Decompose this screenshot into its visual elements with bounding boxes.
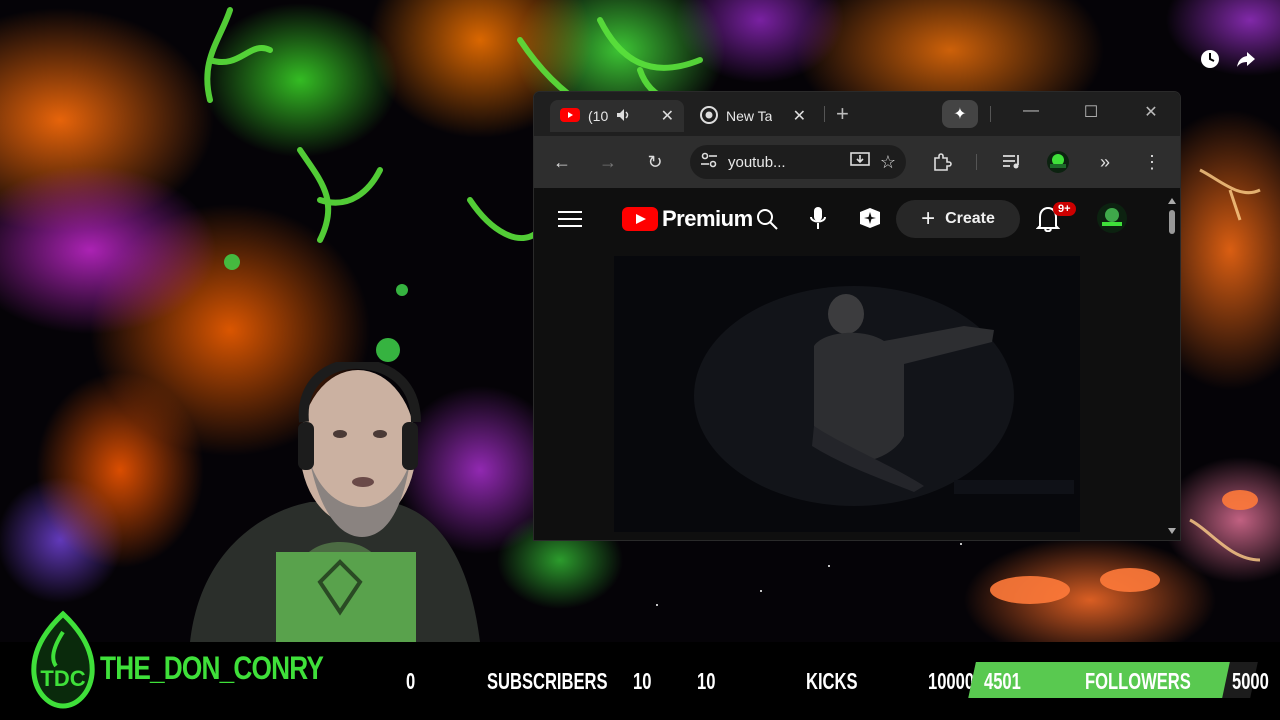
speaker-icon[interactable] <box>616 108 632 125</box>
toolbar-separator <box>990 106 991 122</box>
tab-separator <box>824 106 825 122</box>
page-scrollbar[interactable] <box>1168 196 1176 536</box>
browser-window: (10 ✕ New Ta ✕ + ✦ — ☐ ✕ ← → ↻ youtub...… <box>534 92 1180 540</box>
followers-label: FOLLOWERS <box>1085 668 1191 694</box>
tab-close-icon[interactable]: ✕ <box>661 106 674 126</box>
followers-goal: 5000 <box>1232 668 1269 694</box>
toolbar-separator <box>976 154 977 170</box>
star-dot <box>960 543 962 545</box>
logo-initials: TDC <box>40 666 85 691</box>
youtube-header: Premium + Create 9+ <box>534 188 1180 250</box>
tab-youtube[interactable]: (10 ✕ <box>550 100 684 132</box>
channel-name: THE_DON_CONRY <box>100 650 324 686</box>
video-player[interactable] <box>614 256 1080 532</box>
media-queue-icon[interactable] <box>1000 150 1024 174</box>
gemini-sparkle-icon[interactable]: ✦ <box>942 100 978 128</box>
forward-arrow-icon[interactable]: → <box>596 150 620 174</box>
star-dot <box>656 604 658 606</box>
webcam-feed <box>180 358 480 642</box>
channel-logo-badge: TDC <box>26 610 100 710</box>
site-settings-icon[interactable] <box>700 152 718 172</box>
plus-icon: + <box>921 205 936 232</box>
star-dot <box>828 565 830 567</box>
chrome-favicon-icon <box>700 105 718 127</box>
clock-icon[interactable] <box>1199 48 1221 70</box>
ask-sparkle-icon[interactable] <box>856 206 884 235</box>
tab-label: New Ta <box>726 108 773 124</box>
share-arrow-icon[interactable] <box>1235 48 1257 70</box>
kicks-label: KICKS <box>806 668 858 694</box>
address-bar[interactable]: youtub... ☆ <box>690 145 906 179</box>
account-avatar[interactable] <box>1096 202 1128 239</box>
youtube-play-icon <box>622 207 658 231</box>
profile-avatar-icon[interactable] <box>1046 150 1070 174</box>
kicks-goal: 10000 <box>928 668 975 694</box>
tab-new-tab[interactable]: New Ta ✕ <box>690 100 816 132</box>
create-label: Create <box>945 210 995 227</box>
tab-label: (10 <box>588 108 609 124</box>
address-url: youtub... <box>728 153 786 171</box>
tab-close-icon[interactable]: ✕ <box>793 106 806 126</box>
extensions-puzzle-icon[interactable] <box>930 150 954 174</box>
close-window-icon[interactable]: ✕ <box>1139 102 1163 122</box>
create-button[interactable]: + Create <box>896 200 1020 238</box>
bookmark-star-icon[interactable]: ☆ <box>880 152 896 173</box>
back-arrow-icon[interactable]: ← <box>550 150 574 174</box>
followers-current: 4501 <box>984 668 1021 694</box>
search-icon[interactable] <box>756 208 778 235</box>
kicks-current: 10 <box>697 668 716 694</box>
logo-text: Premium <box>662 206 753 231</box>
star-dot <box>760 590 762 592</box>
video-frame <box>614 256 1080 532</box>
subscribers-goal: 10 <box>633 668 652 694</box>
browser-menu-icon[interactable]: ⋮ <box>1140 150 1164 174</box>
browser-toolbar: ← → ↻ youtub... ☆ » ⋮ <box>534 136 1180 188</box>
hamburger-menu-icon[interactable] <box>558 210 582 233</box>
youtube-favicon-icon <box>560 107 580 125</box>
microphone-icon[interactable] <box>810 206 826 235</box>
youtube-premium-logo[interactable]: Premium <box>622 206 753 232</box>
install-app-icon[interactable] <box>850 151 870 173</box>
tab-strip: (10 ✕ New Ta ✕ + ✦ — ☐ ✕ <box>534 92 1180 136</box>
subscribers-current: 0 <box>406 668 416 694</box>
subscribers-label: SUBSCRIBERS <box>487 668 608 694</box>
more-tools-chevron-icon[interactable]: » <box>1093 150 1117 174</box>
reload-icon[interactable]: ↻ <box>643 150 667 174</box>
minimize-icon[interactable]: — <box>1019 102 1043 120</box>
notification-badge: 9+ <box>1053 202 1076 216</box>
maximize-icon[interactable]: ☐ <box>1079 102 1103 122</box>
new-tab-plus-icon[interactable]: + <box>836 103 849 125</box>
